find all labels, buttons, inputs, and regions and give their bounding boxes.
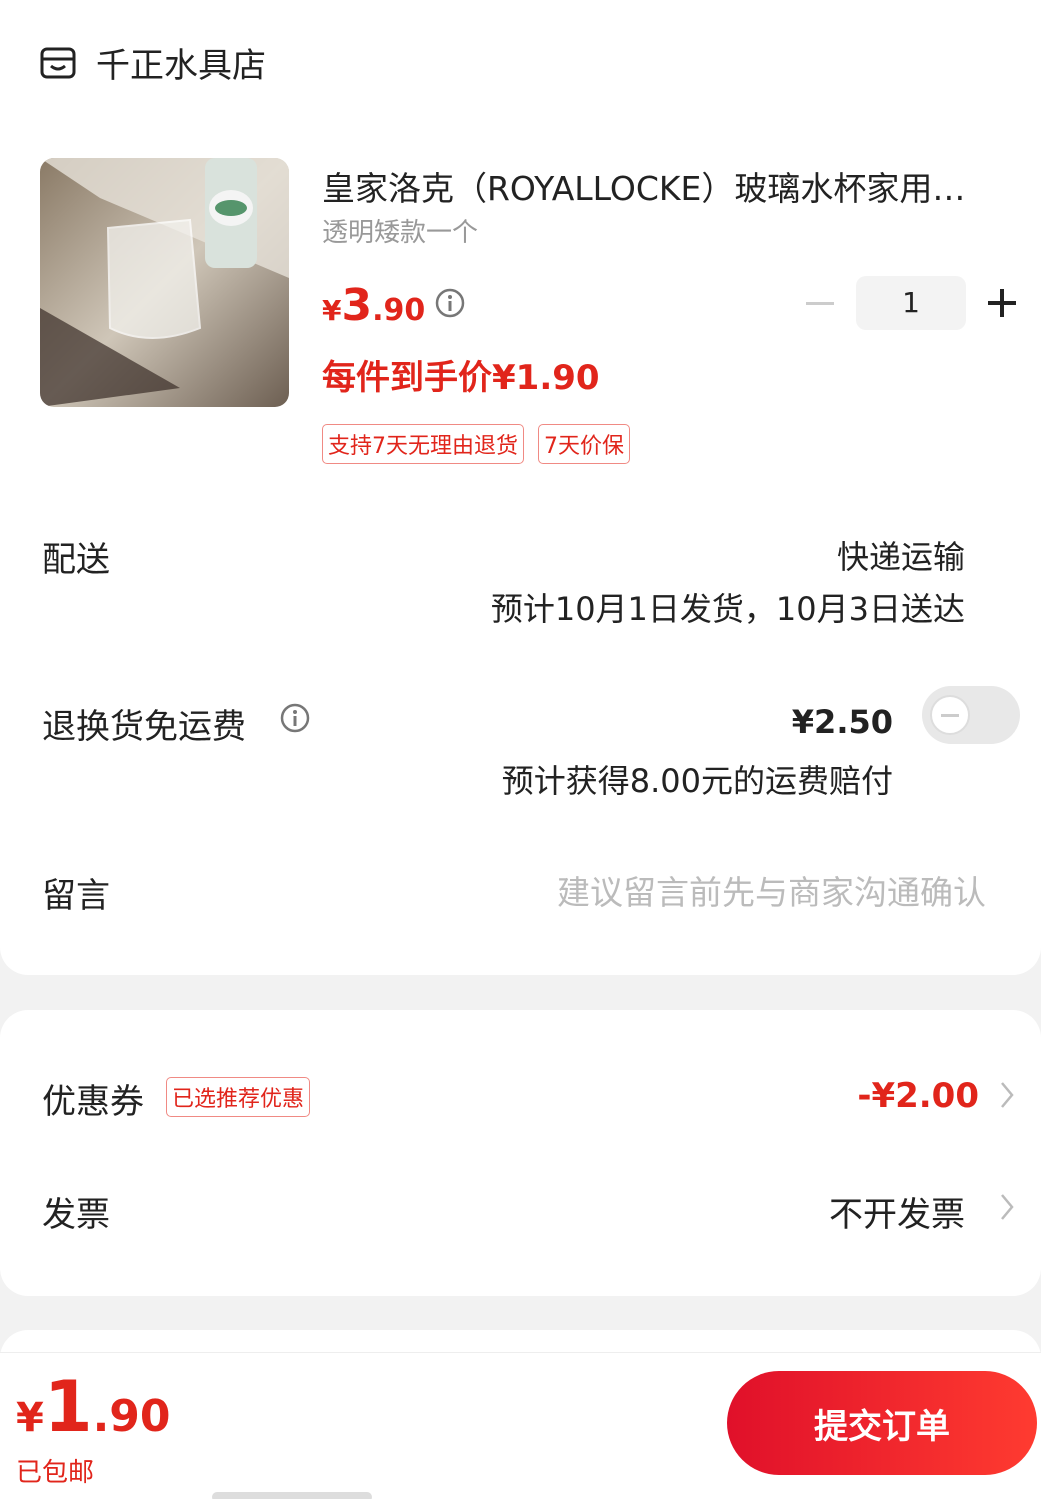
delivery-label: 配送 <box>42 540 110 580</box>
service-tags: 支持7天无理由退货 7天价保 <box>322 424 630 464</box>
return-shipping-compensation: 预计获得8.00元的运费赔付 <box>501 762 893 800</box>
store-header[interactable]: 千正水具店 <box>40 38 266 87</box>
return-shipping-info-icon[interactable] <box>279 702 311 734</box>
invoice-chevron-right-icon[interactable] <box>997 1191 1017 1223</box>
invoice-label: 发票 <box>42 1195 110 1235</box>
discount-card <box>0 1010 1041 1296</box>
price-info-icon[interactable] <box>434 287 466 319</box>
shipping-note: 已包邮 <box>16 1458 95 1488</box>
toggle-knob <box>930 695 970 735</box>
coupon-value[interactable]: -¥2.00 <box>857 1076 979 1116</box>
order-total: ¥ 1 .90 <box>16 1366 171 1448</box>
store-name: 千正水具店 <box>96 46 266 86</box>
quantity-decrease-button[interactable] <box>800 283 840 323</box>
message-input[interactable]: 建议留言前先与商家沟通确认 <box>557 866 986 914</box>
total-integer: 1 <box>43 1366 93 1448</box>
total-currency: ¥ <box>16 1395 44 1441</box>
product-sku[interactable]: 透明矮款一个 <box>322 212 478 249</box>
product-price: ¥ 3 .90 <box>322 280 425 331</box>
return-policy-tag: 支持7天无理由退货 <box>322 424 524 464</box>
price-integer: 3 <box>341 280 373 331</box>
submit-order-button[interactable]: 提交订单 <box>727 1371 1037 1475</box>
coupon-chevron-right-icon[interactable] <box>997 1079 1017 1111</box>
order-item-card <box>0 0 1041 975</box>
invoice-value[interactable]: 不开发票 <box>829 1187 965 1236</box>
return-shipping-label: 退换货免运费 <box>42 707 246 747</box>
price-protect-tag: 7天价保 <box>538 424 630 464</box>
message-label: 留言 <box>42 876 110 916</box>
deal-price: 每件到手价¥1.90 <box>322 358 600 398</box>
product-image[interactable] <box>40 158 289 407</box>
store-icon <box>40 47 76 78</box>
product-title[interactable]: 皇家洛克（ROYALLOCKE）玻璃水杯家用… <box>322 162 1022 210</box>
coupon-label: 优惠券 <box>42 1082 144 1122</box>
quantity-increase-button[interactable] <box>982 283 1022 323</box>
coupon-recommended-tag: 已选推荐优惠 <box>166 1077 311 1117</box>
delivery-estimate: 预计10月1日发货，10月3日送达 <box>490 590 965 628</box>
home-indicator <box>212 1492 372 1499</box>
delivery-method: 快递运输 <box>836 538 965 576</box>
return-shipping-price: ¥2.50 <box>791 703 893 741</box>
price-decimal: .90 <box>372 293 426 328</box>
total-decimal: .90 <box>92 1391 171 1442</box>
price-currency: ¥ <box>322 294 342 327</box>
quantity-input[interactable]: 1 <box>856 276 966 330</box>
return-shipping-toggle[interactable] <box>922 686 1020 744</box>
